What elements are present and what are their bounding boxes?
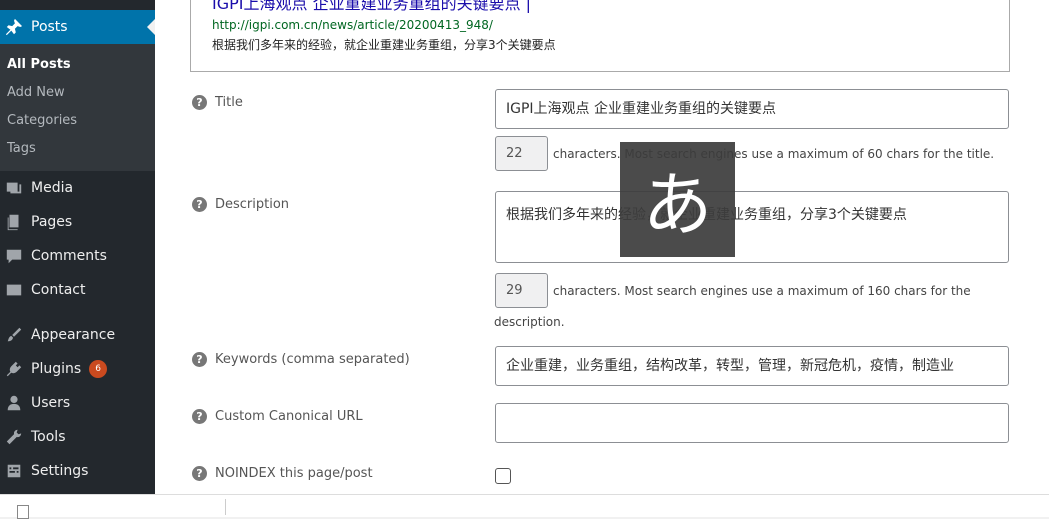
sidebar-item-settings[interactable]: Settings xyxy=(0,454,155,488)
wrench-icon xyxy=(3,426,25,448)
description-char-counter: 29 xyxy=(495,273,548,308)
submenu-all-posts[interactable]: All Posts xyxy=(7,57,71,72)
sidebar-item-label: Posts xyxy=(31,19,68,35)
canonical-url-label: ? Custom Canonical URL xyxy=(192,409,363,424)
sidebar-item-label: Media xyxy=(31,180,74,196)
sidebar-item-label: Pages xyxy=(31,214,73,230)
sidebar-item-label: Contact xyxy=(31,282,86,298)
title-label: ? Title xyxy=(192,95,243,110)
title-input[interactable]: IGPI上海观点 企业重建业务重组的关键要点 xyxy=(495,89,1009,129)
submenu-tags[interactable]: Tags xyxy=(7,141,36,156)
description-label: ? Description xyxy=(192,197,289,212)
keywords-label: ? Keywords (comma separated) xyxy=(192,352,410,367)
canonical-url-input[interactable] xyxy=(495,403,1009,443)
description-hint: characters. Most search engines use a ma… xyxy=(553,284,971,298)
help-icon[interactable]: ? xyxy=(192,95,207,110)
posts-submenu: All Posts Add New Categories Tags xyxy=(0,44,155,171)
pushpin-icon xyxy=(3,16,25,38)
sidebar-item-users[interactable]: Users xyxy=(0,386,155,420)
settings-icon xyxy=(3,460,25,482)
keywords-input[interactable]: 企业重建，业务重组，结构改革，转型，管理，新冠危机，疫情，制造业 xyxy=(495,346,1009,386)
plugin-icon xyxy=(3,358,25,380)
help-icon[interactable]: ? xyxy=(192,352,207,367)
submenu-categories[interactable]: Categories xyxy=(7,113,77,128)
sidebar-item-label: Users xyxy=(31,395,71,411)
sidebar-item-label: Comments xyxy=(31,248,107,264)
title-char-counter: 22 xyxy=(495,136,548,171)
description-hint-continued: description. xyxy=(494,315,565,329)
sidebar-item-label: Plugins xyxy=(31,361,82,377)
sidebar-item-media[interactable]: Media xyxy=(0,171,155,205)
paintbrush-icon xyxy=(3,324,25,346)
sidebar-item-plugins[interactable]: Plugins 6 xyxy=(0,352,155,386)
help-icon[interactable]: ? xyxy=(192,466,207,481)
preview-title: IGPI上海观点 企业重建业务重组的关键要点 | xyxy=(212,0,532,13)
media-icon xyxy=(3,177,25,199)
bottom-bar xyxy=(0,494,1049,519)
noindex-label: ? NOINDEX this page/post xyxy=(192,466,373,481)
noindex-checkbox[interactable] xyxy=(495,468,511,484)
sidebar-item-contact[interactable]: Contact xyxy=(0,273,155,307)
sidebar-item-label: Tools xyxy=(31,429,66,445)
sidebar-item-pages[interactable]: Pages xyxy=(0,205,155,239)
divider xyxy=(225,499,226,515)
preview-description: 根据我们多年来的经验，就企业重建业务重组，分享3个关键要点 xyxy=(212,38,556,52)
main-content: IGPI上海观点 企业重建业务重组的关键要点 | http://igpi.com… xyxy=(155,0,1049,494)
plugins-update-badge: 6 xyxy=(89,360,108,378)
sidebar-item-label: Settings xyxy=(31,463,89,479)
users-icon xyxy=(3,392,25,414)
comments-icon xyxy=(3,245,25,267)
sidebar-item-appearance[interactable]: Appearance xyxy=(0,318,155,352)
sidebar-item-posts[interactable]: Posts xyxy=(0,10,155,44)
help-icon[interactable]: ? xyxy=(192,197,207,212)
preview-url: http://igpi.com.cn/news/article/20200413… xyxy=(212,18,493,32)
pages-icon xyxy=(3,211,25,233)
ime-mode-indicator: あ xyxy=(620,142,735,257)
sidebar-item-comments[interactable]: Comments xyxy=(0,239,155,273)
document-icon xyxy=(17,505,29,519)
sidebar-item-label: Appearance xyxy=(31,327,116,343)
sidebar-item-tools[interactable]: Tools xyxy=(0,420,155,454)
description-textarea[interactable]: 根据我们多年来的经验，就企业重建业务重组，分享3个关键要点 xyxy=(495,191,1009,263)
search-snippet-preview: IGPI上海观点 企业重建业务重组的关键要点 | http://igpi.com… xyxy=(190,0,1010,72)
submenu-add-new[interactable]: Add New xyxy=(7,85,65,100)
mail-icon xyxy=(3,279,25,301)
help-icon[interactable]: ? xyxy=(192,409,207,424)
admin-sidebar: Posts All Posts Add New Categories Tags … xyxy=(0,0,155,494)
